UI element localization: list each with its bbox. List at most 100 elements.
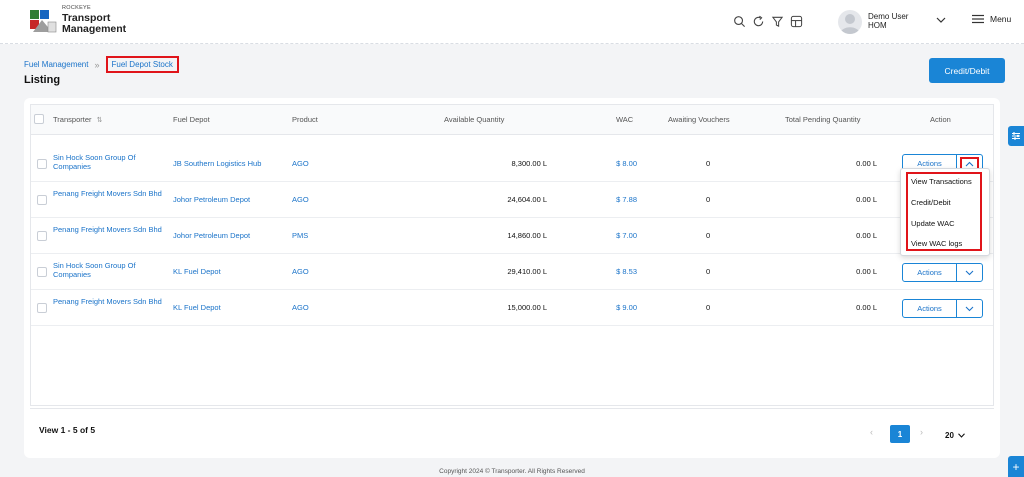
transporter-link[interactable]: Penang Freight Movers Sdn Bhd xyxy=(53,297,163,306)
filter-icon[interactable] xyxy=(770,14,784,28)
available-quantity: 15,000.00 L xyxy=(507,303,547,312)
avatar[interactable] xyxy=(838,10,862,34)
user-name: Demo User xyxy=(868,12,909,21)
actions-button[interactable]: Actions xyxy=(903,264,957,281)
pending-quantity: 0.00 L xyxy=(856,159,877,168)
layout-icon[interactable] xyxy=(789,14,803,28)
depot-link[interactable]: KL Fuel Depot xyxy=(173,267,221,276)
available-quantity: 24,604.00 L xyxy=(507,195,547,204)
menu-item-view-transactions[interactable]: View Transactions xyxy=(911,177,972,186)
depot-link[interactable]: Johor Petroleum Depot xyxy=(173,231,250,240)
pending-quantity: 0.00 L xyxy=(856,195,877,204)
table-row: Penang Freight Movers Sdn Bhd Johor Petr… xyxy=(31,182,993,218)
page-size-value: 20 xyxy=(945,430,954,440)
pagination-bar: View 1 - 5 of 5 ‹ 1 › 20 xyxy=(30,408,994,452)
depot-link[interactable]: Johor Petroleum Depot xyxy=(173,195,250,204)
page-number-current[interactable]: 1 xyxy=(890,425,910,443)
product-cell: AGO xyxy=(292,159,309,168)
search-icon[interactable] xyxy=(732,14,746,28)
chevron-down-icon xyxy=(965,306,974,311)
brand-line3: Management xyxy=(62,23,127,35)
sort-icon[interactable]: ⇅ xyxy=(97,117,103,124)
awaiting-vouchers: 0 xyxy=(706,267,711,276)
actions-toggle[interactable] xyxy=(957,264,982,281)
transporter-link[interactable]: Sin Hock Soon Group Of Companies xyxy=(53,153,163,172)
breadcrumb-separator-icon: » xyxy=(94,59,100,70)
data-table: Transporter ⇅ Fuel Depot Product Availab… xyxy=(30,104,994,406)
breadcrumb-current[interactable]: Fuel Depot Stock xyxy=(105,56,179,73)
product-cell: PMS xyxy=(292,231,309,240)
col-transporter-label: Transporter xyxy=(53,115,92,124)
actions-toggle[interactable] xyxy=(957,300,982,317)
row-checkbox[interactable] xyxy=(37,267,47,277)
awaiting-vouchers: 0 xyxy=(706,231,711,240)
row-checkbox[interactable] xyxy=(37,195,47,205)
table-row: Sin Hock Soon Group Of Companies KL Fuel… xyxy=(31,254,993,290)
chevron-down-icon xyxy=(958,432,965,438)
depot-link[interactable]: JB Southern Logistics Hub xyxy=(173,159,261,168)
col-wac: WAC xyxy=(616,115,634,124)
col-transporter[interactable]: Transporter ⇅ xyxy=(53,115,102,124)
menu-item-view-wac-logs[interactable]: View WAC logs xyxy=(911,239,962,248)
col-fuel-depot: Fuel Depot xyxy=(173,115,210,124)
breadcrumb: Fuel Management » Fuel Depot Stock xyxy=(24,56,179,73)
listing-card: Transporter ⇅ Fuel Depot Product Availab… xyxy=(24,98,1000,458)
actions-dropdown-menu: View Transactions Credit/Debit Update WA… xyxy=(900,168,990,256)
menu-button[interactable]: Menu xyxy=(972,14,1011,24)
breadcrumb-parent[interactable]: Fuel Management xyxy=(24,60,88,69)
actions-split-button[interactable]: Actions xyxy=(902,299,983,318)
settings-panel-tab[interactable] xyxy=(1008,126,1024,146)
table-row: Sin Hock Soon Group Of Companies JB Sout… xyxy=(31,146,993,182)
pending-quantity: 0.00 L xyxy=(856,303,877,312)
actions-button[interactable]: Actions xyxy=(903,300,957,317)
col-awaiting-vouchers: Awaiting Vouchers xyxy=(668,115,730,124)
logo-icon xyxy=(30,10,57,33)
row-checkbox[interactable] xyxy=(37,159,47,169)
awaiting-vouchers: 0 xyxy=(706,159,711,168)
col-product: Product xyxy=(292,115,318,124)
refresh-icon[interactable] xyxy=(751,14,765,28)
depot-link[interactable]: KL Fuel Depot xyxy=(173,303,221,312)
pending-quantity: 0.00 L xyxy=(856,267,877,276)
actions-split-button[interactable]: Actions xyxy=(902,263,983,282)
credit-debit-button[interactable]: Credit/Debit xyxy=(929,58,1005,83)
plus-icon[interactable]: + xyxy=(1008,456,1024,477)
available-quantity: 29,410.00 L xyxy=(507,267,547,276)
row-checkbox[interactable] xyxy=(37,303,47,313)
wac-link[interactable]: $ 9.00 xyxy=(591,303,637,312)
menu-item-update-wac[interactable]: Update WAC xyxy=(911,219,955,228)
page-title: Listing xyxy=(24,74,61,86)
brand[interactable]: ROCKEYE Transport Management xyxy=(62,5,127,35)
available-quantity: 8,300.00 L xyxy=(511,159,547,168)
awaiting-vouchers: 0 xyxy=(706,303,711,312)
next-page-icon[interactable]: › xyxy=(920,427,923,437)
copyright: Copyright 2024 © Transporter. All Rights… xyxy=(439,468,585,475)
wac-link[interactable]: $ 8.00 xyxy=(591,159,637,168)
row-checkbox[interactable] xyxy=(37,231,47,241)
top-header: ROCKEYE Transport Management Demo User H… xyxy=(0,0,1024,44)
table-row: Penang Freight Movers Sdn Bhd Johor Petr… xyxy=(31,218,993,254)
prev-page-icon[interactable]: ‹ xyxy=(870,427,873,437)
transporter-link[interactable]: Sin Hock Soon Group Of Companies xyxy=(53,261,163,280)
page-size-select[interactable]: 20 xyxy=(936,426,974,444)
wac-link[interactable]: $ 7.88 xyxy=(591,195,637,204)
user-info[interactable]: Demo User HOM xyxy=(868,12,908,30)
table-row: Penang Freight Movers Sdn Bhd KL Fuel De… xyxy=(31,290,993,326)
available-quantity: 14,860.00 L xyxy=(507,231,547,240)
wac-link[interactable]: $ 8.53 xyxy=(591,267,637,276)
col-total-pending: Total Pending Quantity xyxy=(785,115,861,124)
hamburger-icon xyxy=(972,14,984,24)
product-cell: AGO xyxy=(292,195,309,204)
chevron-down-icon[interactable] xyxy=(936,16,946,24)
transporter-link[interactable]: Penang Freight Movers Sdn Bhd xyxy=(53,189,163,198)
select-all-checkbox[interactable] xyxy=(34,114,44,124)
wac-link[interactable]: $ 7.00 xyxy=(591,231,637,240)
transporter-link[interactable]: Penang Freight Movers Sdn Bhd xyxy=(53,225,163,234)
menu-label: Menu xyxy=(990,14,1012,24)
col-action: Action xyxy=(930,115,951,124)
awaiting-vouchers: 0 xyxy=(706,195,711,204)
menu-item-credit-debit[interactable]: Credit/Debit xyxy=(911,198,951,207)
col-available-quantity: Available Quantity xyxy=(444,115,505,124)
chevron-down-icon xyxy=(965,270,974,275)
pending-quantity: 0.00 L xyxy=(856,231,877,240)
